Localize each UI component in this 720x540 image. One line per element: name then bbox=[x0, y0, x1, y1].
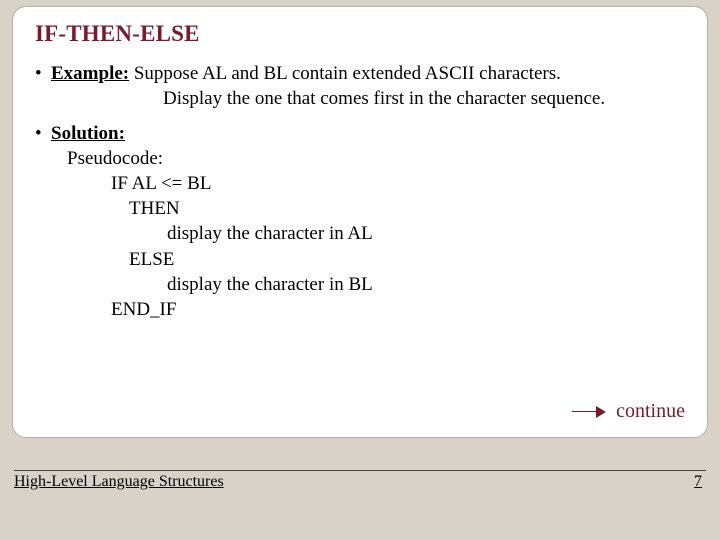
arrow-right-icon bbox=[572, 405, 606, 419]
example-bullet: • Example: Suppose AL and BL contain ext… bbox=[35, 61, 689, 111]
example-line1: Suppose AL and BL contain extended ASCII… bbox=[129, 63, 561, 84]
solution-body: Solution: Pseudocode: IF AL <= BL THEN d… bbox=[51, 121, 689, 322]
code-disp-al: display the character in AL bbox=[51, 221, 689, 246]
slide-footer: High-Level Language Structures 7 bbox=[14, 470, 706, 498]
code-else: ELSE bbox=[51, 247, 689, 272]
example-text: Example: Suppose AL and BL contain exten… bbox=[51, 61, 689, 111]
page-number: 7 bbox=[694, 473, 706, 491]
example-line2: Display the one that comes first in the … bbox=[51, 86, 689, 111]
slide-title: IF-THEN-ELSE bbox=[35, 21, 689, 47]
code-disp-bl: display the character in BL bbox=[51, 272, 689, 297]
code-if: IF AL <= BL bbox=[51, 171, 689, 196]
continue-label: continue bbox=[616, 400, 685, 423]
slide-card: IF-THEN-ELSE • Example: Suppose AL and B… bbox=[12, 6, 708, 438]
solution-label: Solution: bbox=[51, 123, 125, 144]
bullet-dot-icon: • bbox=[35, 61, 51, 86]
solution-bullet: • Solution: Pseudocode: IF AL <= BL THEN… bbox=[35, 121, 689, 322]
pseudocode-label: Pseudocode: bbox=[51, 146, 689, 171]
continue-indicator: continue bbox=[572, 400, 685, 423]
example-label: Example: bbox=[51, 63, 129, 84]
footer-title: High-Level Language Structures bbox=[14, 473, 224, 491]
code-then: THEN bbox=[51, 196, 689, 221]
code-endif: END_IF bbox=[51, 297, 689, 322]
bullet-dot-icon: • bbox=[35, 121, 51, 146]
